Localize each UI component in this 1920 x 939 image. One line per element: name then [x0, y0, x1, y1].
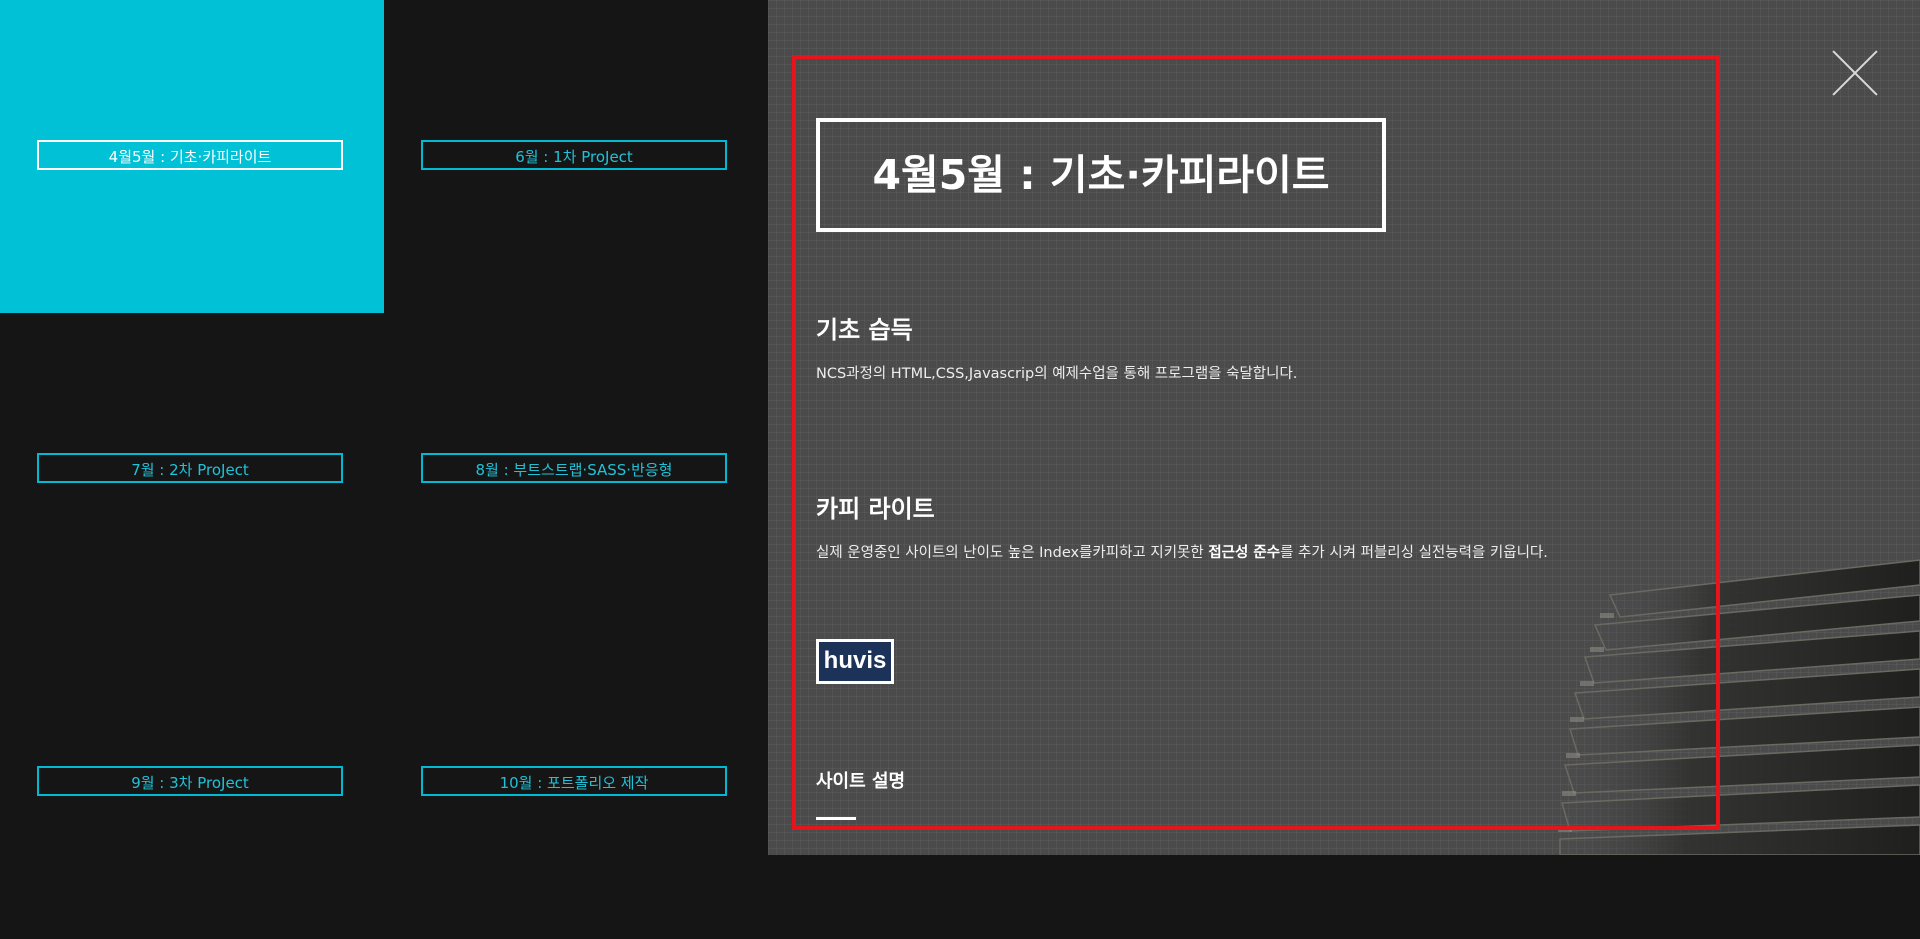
section-text-basics: NCS과정의 HTML,CSS,Javascrip의 예제수업을 통해 프로그램…	[816, 366, 1298, 382]
copyright-text-bold: 접근성 준수	[1208, 545, 1281, 561]
nav-tile-apr-may[interactable]: 4월5월 : 기초·카피라이트	[0, 0, 384, 313]
nav-tile-aug[interactable]: 8월 : 부트스트랩·SASS·반응형	[384, 313, 768, 626]
copyright-text-part1: 실제 운영중인 사이트의 난이도 높은 Index를카피하고 지키못한	[816, 545, 1209, 561]
nav-button-jul[interactable]: 7월 : 2차 ProJect	[37, 453, 343, 483]
huvis-logo-text: huvis	[819, 642, 891, 681]
nav-button-jun[interactable]: 6월 : 1차 ProJect	[421, 140, 727, 170]
site-description-heading: 사이트 설명	[816, 771, 906, 792]
nav-button-aug[interactable]: 8월 : 부트스트랩·SASS·반응형	[421, 453, 727, 483]
nav-tile-oct[interactable]: 10월 : 포트폴리오 제작	[384, 626, 768, 939]
section-heading-copyright: 카피 라이트	[816, 495, 935, 523]
nav-button-oct[interactable]: 10월 : 포트폴리오 제작	[421, 766, 727, 796]
heading-underline	[816, 817, 856, 820]
section-text-copyright: 실제 운영중인 사이트의 난이도 높은 Index를카피하고 지키못한 접근성 …	[816, 541, 1548, 562]
copyright-text-part2: 를 추가 시켜 퍼블리싱 실전능력을 키웁니다.	[1280, 545, 1548, 561]
month-nav-grid: 4월5월 : 기초·카피라이트 6월 : 1차 ProJect 7월 : 2차 …	[0, 0, 768, 855]
close-x-icon[interactable]	[1830, 48, 1880, 98]
nav-button-apr-may[interactable]: 4월5월 : 기초·카피라이트	[37, 140, 343, 170]
nav-button-sep[interactable]: 9월 : 3차 ProJect	[37, 766, 343, 796]
nav-tile-jul[interactable]: 7월 : 2차 ProJect	[0, 313, 384, 626]
nav-tile-sep[interactable]: 9월 : 3차 ProJect	[0, 626, 384, 939]
section-heading-basics: 기초 습득	[816, 316, 913, 344]
nav-tile-jun[interactable]: 6월 : 1차 ProJect	[384, 0, 768, 313]
detail-title: 4월5월 : 기초·카피라이트	[816, 118, 1386, 232]
huvis-logo[interactable]: huvis	[816, 639, 894, 684]
